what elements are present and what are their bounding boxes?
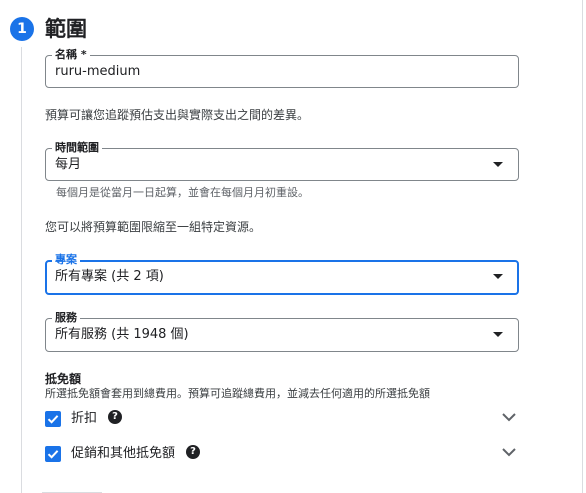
promotions-label: 促銷和其他抵免額: [71, 446, 176, 461]
projects-value: 所有專案 (共 2 項): [55, 269, 164, 284]
discount-label: 折扣: [71, 411, 98, 426]
time-range-value: 每月: [55, 157, 82, 172]
step-connector-line: [21, 47, 22, 493]
checkmark-icon: [47, 415, 59, 424]
step-title: 範圍: [45, 17, 87, 41]
services-value: 所有服務 (共 1948 個): [55, 327, 189, 342]
projects-select[interactable]: 專案 所有專案 (共 2 項): [45, 253, 519, 295]
time-range-label: 時間範圍: [52, 141, 102, 155]
name-field-value[interactable]: ruru-medium: [55, 64, 140, 80]
chevron-down-icon[interactable]: [501, 411, 517, 423]
right-divider: [582, 0, 583, 493]
time-range-hint: 每個月是從當月一日起算，並會在每個月月初重設。: [56, 186, 309, 199]
dropdown-arrow-icon: [493, 274, 503, 279]
scope-description: 您可以將預算範圍限縮至一組特定資源。: [45, 220, 262, 234]
step-number-badge: 1: [10, 17, 34, 41]
promotions-checkbox[interactable]: [45, 446, 61, 462]
name-field[interactable]: 名稱 * ruru-medium: [45, 48, 519, 88]
credits-description: 所選抵免額會套用到總費用。預算可追蹤總費用，並減去任何適用的所選抵免額: [45, 387, 430, 400]
checkmark-icon: [47, 450, 59, 459]
dropdown-arrow-icon: [493, 332, 503, 337]
help-icon[interactable]: ?: [186, 445, 200, 459]
time-range-select[interactable]: 時間範圍 每月: [45, 141, 519, 181]
credits-heading: 抵免額: [45, 372, 82, 386]
name-field-label: 名稱 *: [52, 48, 90, 62]
projects-label: 專案: [52, 253, 80, 267]
services-label: 服務: [52, 311, 80, 325]
dropdown-arrow-icon: [493, 162, 503, 167]
services-select[interactable]: 服務 所有服務 (共 1948 個): [45, 311, 519, 352]
chevron-down-icon[interactable]: [501, 446, 517, 458]
discount-checkbox[interactable]: [45, 411, 61, 427]
help-icon[interactable]: ?: [108, 410, 122, 424]
budget-description: 預算可讓您追蹤預估支出與實際支出之間的差異。: [45, 108, 310, 122]
